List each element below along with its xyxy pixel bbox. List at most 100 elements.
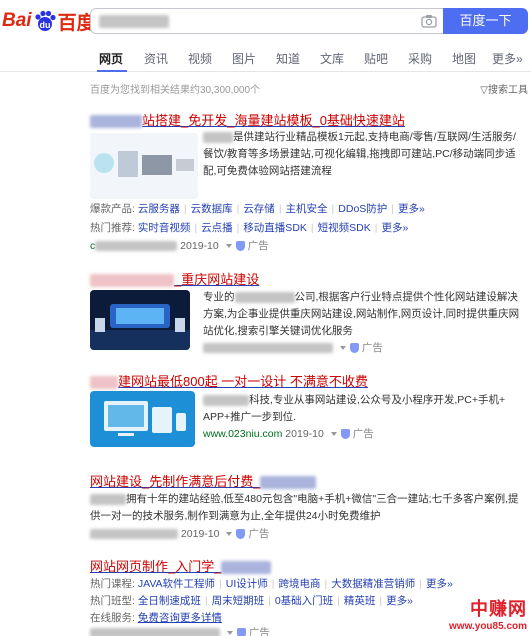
- product-link[interactable]: DDoS防护: [338, 203, 387, 215]
- result-2-thumbnail[interactable]: [90, 290, 190, 350]
- course-link[interactable]: UI设计师: [226, 578, 268, 590]
- result-1-hot: 热门推荐: 实时音视频 | 云点播 | 移动直播SDK | 短视频SDK | 更多»: [90, 222, 409, 234]
- result-3-title-text: 建网站最低800起 一对一设计 不满意不收费: [118, 374, 368, 389]
- chevron-down-icon[interactable]: [330, 432, 337, 437]
- result-5-classes: 热门班型: 全日制速成班 | 周末短期班 | 0基础入门班 | 精英班 | 更多»: [90, 595, 413, 607]
- redacted-text: [203, 394, 249, 406]
- product-link[interactable]: 云存储: [243, 203, 275, 215]
- redacted-text: [221, 561, 272, 575]
- result-1-thumbnail[interactable]: [90, 133, 198, 199]
- ad-label: 广告: [361, 342, 383, 354]
- shield-icon: [236, 628, 246, 636]
- result-1-desc-line: 餐饮/教育等多场景建站,可视化编辑,拖拽即可建站,PC/移动端同步适: [203, 148, 516, 160]
- result-3-desc-line: APP+推广一步到位.: [203, 411, 297, 423]
- result-2-desc-line: 方案,为企事业提供重庆网站建设,网站制作,网页设计,同时提供重庆网: [203, 308, 520, 320]
- redacted-text: [203, 131, 233, 143]
- result-stats: 百度为您找到相关结果约30,300,000个: [90, 85, 261, 96]
- search-button[interactable]: 百度一下: [443, 8, 528, 34]
- search-tabs: 网页 资讯 视频 图片 知道 文库 贴吧 采购 地图 更多»: [0, 46, 531, 72]
- course-link[interactable]: 跨境电商: [279, 578, 321, 590]
- shield-icon: [340, 429, 350, 440]
- result-2-title-text: _重庆网站建设: [174, 272, 260, 287]
- tab-video[interactable]: 视频: [188, 50, 212, 67]
- paw-icon: du: [33, 9, 57, 33]
- result-4-date: 2019-10: [180, 528, 220, 540]
- ad-label: 广告: [247, 240, 269, 252]
- result-1-date: 2019-10: [180, 240, 219, 252]
- search-query-redacted: [99, 15, 169, 28]
- result-4-description: 拥有十年的建站经验,低至480元包含"电脑+手机+微信"三合一建站;七千多客户案…: [90, 491, 528, 525]
- service-link[interactable]: 免费咨询更多详情: [138, 612, 222, 624]
- search-input[interactable]: [90, 8, 443, 34]
- result-5-title-text: 网站网页制作_入门学_: [90, 559, 222, 574]
- chevron-down-icon[interactable]: [339, 346, 346, 351]
- hot-link[interactable]: 实时音视频: [138, 222, 191, 234]
- hot-link[interactable]: 云点播: [201, 222, 233, 234]
- redacted-text: [90, 274, 174, 288]
- result-5-courses: 热门课程: JAVA软件工程师 | UI设计师 | 跨境电商 | 大数据精准营销师 | 更多»: [90, 578, 453, 590]
- tab-map[interactable]: 地图: [452, 50, 476, 67]
- result-1-url[interactable]: c: [90, 240, 178, 252]
- baidu-logo[interactable]: Bai du 百度: [2, 6, 96, 36]
- tab-images[interactable]: 图片: [232, 50, 256, 67]
- search-tools[interactable]: ▽搜索工具: [480, 81, 528, 96]
- result-4-meta: 2019-10 广告: [90, 526, 269, 541]
- redacted-text: [260, 476, 317, 490]
- class-link[interactable]: 全日制速成班: [138, 595, 201, 607]
- tab-wenku[interactable]: 文库: [320, 50, 344, 67]
- result-1-description: 是供建站行业精品模板1元起,支持电商/零售/互联网/生活服务/ 餐饮/教育等多场…: [203, 129, 525, 180]
- class-link[interactable]: 周末短期班: [212, 595, 265, 607]
- course-link[interactable]: JAVA软件工程师: [138, 578, 215, 590]
- search-tools-label: 搜索工具: [488, 85, 528, 96]
- result-4-title[interactable]: 网站建设_先制作满意后付费_: [90, 471, 317, 490]
- tab-more[interactable]: 更多»: [492, 50, 523, 67]
- chevron-down-icon[interactable]: [226, 532, 233, 537]
- shield-icon: [235, 241, 245, 252]
- result-2-desc-line: 公司,根据客户行业特点提供个性化网站建设解决: [294, 291, 518, 303]
- result-2-description: 专业的 公司,根据客户行业特点提供个性化网站建设解决 方案,为企事业提供重庆网站建…: [203, 289, 525, 340]
- result-3-thumbnail[interactable]: [90, 391, 195, 447]
- product-more-link[interactable]: 更多»: [398, 203, 425, 215]
- tab-web[interactable]: 网页: [99, 50, 123, 67]
- watermark-url: www.you85.com: [449, 621, 527, 632]
- tab-caigou[interactable]: 采购: [408, 50, 432, 67]
- class-link[interactable]: 0基础入门班: [275, 595, 333, 607]
- tab-news[interactable]: 资讯: [144, 50, 168, 67]
- hot-link[interactable]: 短视频SDK: [318, 222, 371, 234]
- service-label: 在线服务:: [90, 612, 135, 624]
- product-link[interactable]: 云服务器: [138, 203, 180, 215]
- classes-label: 热门班型:: [90, 595, 135, 607]
- result-1-desc-line: 配,可免费体验网站搭建流程: [203, 165, 332, 177]
- logo-text-bai: Bai: [2, 10, 32, 31]
- course-more-link[interactable]: 更多»: [426, 578, 453, 590]
- filter-icon: ▽: [480, 85, 488, 96]
- result-3-url[interactable]: www.023niu.com: [203, 428, 282, 440]
- redacted-text: [234, 291, 295, 303]
- result-1-title[interactable]: 站搭建_免开发_海量建站模板_0基础快速建站: [90, 110, 405, 129]
- result-3-desc-line: 科技,专业从事网站建设,公众号及小程序开发,PC+手机+: [249, 394, 506, 406]
- result-4-desc-line: 拥有十年的建站经验,低至480元包含"电脑+手机+微信"三合一建站;七千多客户案…: [126, 493, 519, 505]
- result-2-title[interactable]: _重庆网站建设: [90, 269, 259, 288]
- redacted-text: [90, 493, 126, 505]
- hot-more-link[interactable]: 更多»: [381, 222, 408, 234]
- chevron-down-icon[interactable]: [226, 631, 233, 636]
- redacted-url[interactable]: [90, 529, 178, 540]
- hot-link[interactable]: 移动直播SDK: [243, 222, 307, 234]
- course-link[interactable]: 大数据精准营销师: [331, 578, 415, 590]
- class-more-link[interactable]: 更多»: [386, 595, 413, 607]
- product-link[interactable]: 云数据库: [191, 203, 233, 215]
- class-link[interactable]: 精英班: [344, 595, 376, 607]
- chevron-down-icon[interactable]: [225, 244, 232, 249]
- redacted-url[interactable]: [90, 628, 220, 636]
- result-5-title[interactable]: 网站网页制作_入门学_: [90, 556, 272, 575]
- camera-icon[interactable]: [421, 14, 437, 28]
- result-1-desc-line: 是供建站行业精品模板1元起,支持电商/零售/互联网/生活服务/: [233, 131, 516, 143]
- redacted-url[interactable]: [203, 343, 333, 354]
- tab-zhidao[interactable]: 知道: [276, 50, 300, 67]
- result-2-desc-line: 站优化,搜索引擎关键词优化服务: [203, 325, 353, 337]
- products-label: 爆款产品:: [90, 203, 135, 215]
- result-3-title[interactable]: 建网站最低800起 一对一设计 不满意不收费: [90, 371, 368, 390]
- product-link[interactable]: 主机安全: [286, 203, 328, 215]
- tab-tieba[interactable]: 贴吧: [364, 50, 388, 67]
- redacted-text: [95, 241, 178, 252]
